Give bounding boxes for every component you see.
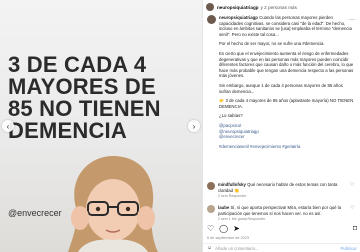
commenter-avatar[interactable]: [207, 182, 215, 190]
caption-hashtags[interactable]: #demenciasenil #envejecimiento #geriatrí…: [207, 144, 354, 150]
collaborators-link[interactable]: y 2 personas más: [261, 5, 297, 10]
previous-slide-icon[interactable]: ‹: [2, 120, 14, 132]
more-options-icon[interactable]: ···: [349, 17, 355, 23]
author-avatar[interactable]: [206, 3, 214, 11]
comment-icon[interactable]: ◯: [219, 225, 228, 233]
post-watermark: @envecrecer: [8, 208, 62, 218]
post-headline: 3 DE CADA 4 MAYORES DE 85 NO TIENEN DEME…: [8, 52, 161, 143]
comment-item: laube Sí, sí que aporta perspectiva! Mir…: [207, 205, 357, 221]
like-icon[interactable]: ♡: [207, 225, 214, 233]
like-comment-icon[interactable]: ♡: [350, 182, 354, 188]
caption-p3: Es cierto que el envejecimiento aumenta …: [219, 50, 354, 79]
comment-meta[interactable]: 2 sem 1 Me gusta Responder: [218, 217, 346, 221]
next-slide-icon[interactable]: ›: [188, 120, 200, 132]
comment-input[interactable]: Añade un comentario...: [215, 246, 258, 251]
comment-body: mindfullofsky Qué necesario hablar de es…: [218, 182, 346, 193]
comment-text: Sí, sí que aporta perspectiva! Mira, est…: [218, 205, 342, 216]
caption-mentions[interactable]: @pacpsicol @neuropsiquiatriagp @envecrec…: [207, 123, 354, 140]
publish-button[interactable]: Publicar: [340, 246, 357, 251]
comment-meta[interactable]: 2 sem Responder: [218, 194, 346, 198]
bookmark-icon[interactable]: ⌑: [353, 225, 357, 233]
post-header: neuropsiquiatriagp y 2 personas más: [203, 0, 360, 14]
post-date: 6 de septiembre de 2023: [207, 236, 250, 240]
caption-p4: Sin embargo, aunque 1 de cada 4 personas…: [219, 82, 343, 94]
comment-item: mindfullofsky Qué necesario hablar de es…: [207, 182, 357, 198]
share-icon[interactable]: ➤: [233, 225, 240, 233]
comment-body: laube Sí, sí que aporta perspectiva! Mir…: [218, 205, 346, 216]
caption-p2: Por el hecho de ser mayor, no se sufre u…: [219, 41, 325, 47]
commenter-avatar[interactable]: [207, 205, 215, 213]
caption-p5: 👉 3 de cada 4 mayores de 85 años (aplast…: [219, 98, 354, 109]
caption-first-paragraph: neuropsiquiatriagp Cuando las personas m…: [219, 15, 354, 37]
commenter-username[interactable]: laube: [218, 205, 229, 210]
emoji-icon[interactable]: ☺: [207, 245, 212, 251]
author-username[interactable]: neuropsiquiatriagp: [217, 5, 259, 10]
commenter-username[interactable]: mindfullofsky: [218, 182, 246, 187]
post-side-panel: neuropsiquiatriagp y 2 personas más neur…: [202, 0, 360, 252]
post-image[interactable]: 3 DE CADA 4 MAYORES DE 85 NO TIENEN DEME…: [0, 0, 202, 252]
add-comment-bar: ☺ Añade un comentario... Publicar: [203, 243, 360, 252]
caption-avatar[interactable]: [207, 15, 216, 24]
caption-author[interactable]: neuropsiquiatriagp: [219, 15, 258, 20]
caption-p6: ¿Lo sabías?: [219, 113, 243, 119]
caption-area: neuropsiquiatriagp Cuando las personas m…: [207, 15, 357, 175]
action-bar: ♡ ◯ ➤ ⌑: [207, 224, 357, 234]
woman-illustration: [68, 156, 158, 252]
like-comment-icon[interactable]: ♡: [350, 205, 354, 211]
